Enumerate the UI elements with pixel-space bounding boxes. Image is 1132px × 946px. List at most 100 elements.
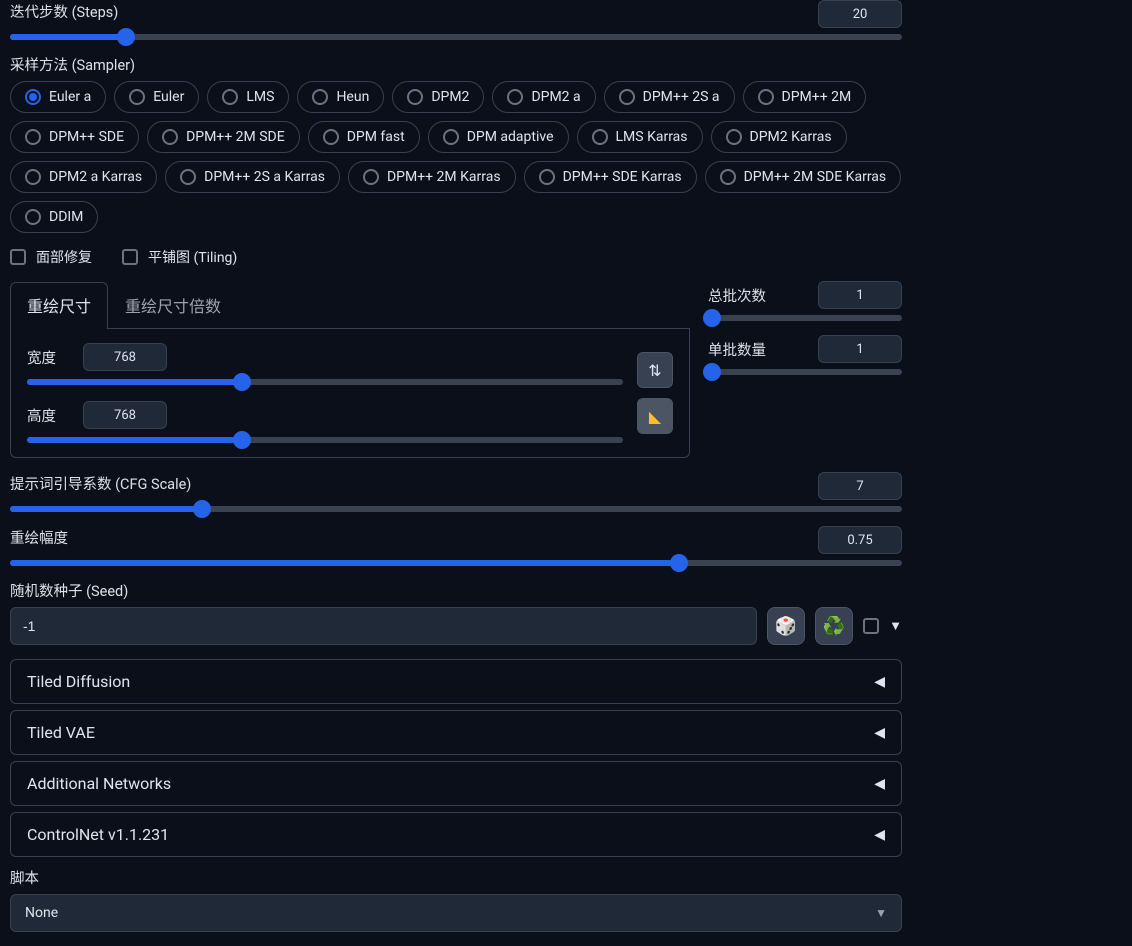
radio-icon [720, 169, 736, 185]
sampler-option-label: DPM++ 2M SDE [186, 129, 285, 145]
face-restore-label: 面部修复 [36, 247, 92, 267]
seed-extra-check[interactable] [863, 618, 879, 634]
sampler-option[interactable]: Euler a [10, 81, 106, 113]
radio-icon [592, 129, 608, 145]
batch-size-slider[interactable] [708, 369, 902, 375]
width-slider[interactable] [27, 379, 623, 385]
face-restore-check[interactable]: 面部修复 [10, 247, 92, 267]
sampler-option-label: Heun [336, 89, 369, 105]
sampler-option-label: DPM2 a Karras [49, 169, 142, 185]
cfg-slider[interactable] [10, 506, 902, 512]
denoise-label: 重绘幅度 [10, 527, 68, 548]
sampler-option[interactable]: DPM2 a Karras [10, 161, 157, 193]
tab-resize-size[interactable]: 重绘尺寸 [10, 282, 108, 329]
recycle-icon: ♻️ [823, 616, 845, 637]
script-label: 脚本 [10, 867, 902, 888]
steps-slider[interactable] [10, 34, 902, 40]
checkbox-icon [10, 249, 26, 265]
sampler-option-label: DPM++ 2S a [643, 89, 720, 105]
sampler-option-label: DPM2 Karras [750, 129, 832, 145]
chevron-left-icon: ◀ [874, 674, 885, 690]
sampler-option-label: LMS [246, 89, 274, 105]
width-value[interactable]: 768 [83, 343, 167, 371]
dice-icon: 🎲 [775, 616, 797, 637]
steps-label: 迭代步数 (Steps) [10, 1, 118, 22]
denoise-value[interactable]: 0.75 [818, 526, 902, 554]
radio-icon [25, 169, 41, 185]
sampler-option[interactable]: DPM2 [392, 81, 484, 113]
chevron-left-icon: ◀ [874, 725, 885, 741]
height-slider[interactable] [27, 437, 623, 443]
script-selected: None [25, 905, 58, 921]
height-label: 高度 [27, 405, 67, 426]
sampler-option[interactable]: DPM++ 2S a [604, 81, 735, 113]
sampler-option-label: Euler [153, 89, 184, 105]
sampler-option[interactable]: DPM++ 2M SDE Karras [705, 161, 902, 193]
accordion-header[interactable]: Tiled VAE ◀ [10, 710, 902, 755]
sampler-option[interactable]: DPM adaptive [428, 121, 569, 153]
accordion-header[interactable]: Tiled Diffusion◀ [10, 659, 902, 704]
radio-icon [323, 129, 339, 145]
sampler-option-label: DPM++ 2M [782, 89, 852, 105]
accordion-header[interactable]: Additional Networks◀ [10, 761, 902, 806]
sampler-option-label: DPM++ 2M Karras [387, 169, 501, 185]
swap-icon: ⇅ [648, 361, 661, 380]
sampler-option[interactable]: DPM++ SDE Karras [524, 161, 697, 193]
accordion-title: Additional Networks [27, 774, 171, 793]
sampler-option-label: DPM2 [431, 89, 469, 105]
sampler-option-label: DPM++ SDE [49, 129, 124, 145]
tiling-check[interactable]: 平铺图 (Tiling) [122, 247, 237, 267]
radio-icon [25, 89, 41, 105]
sampler-option-label: DDIM [49, 209, 83, 225]
sampler-option[interactable]: DDIM [10, 201, 98, 233]
denoise-slider[interactable] [10, 560, 902, 566]
sampler-option[interactable]: LMS [207, 81, 289, 113]
sampler-option[interactable]: LMS Karras [577, 121, 703, 153]
cfg-value[interactable]: 7 [818, 472, 902, 500]
sampler-option[interactable]: DPM++ 2M [743, 81, 867, 113]
sampler-option[interactable]: DPM2 Karras [711, 121, 847, 153]
sampler-option[interactable]: DPM fast [308, 121, 420, 153]
sampler-option[interactable]: DPM2 a [492, 81, 595, 113]
sampler-option[interactable]: DPM++ 2M Karras [348, 161, 516, 193]
batch-count-slider[interactable] [708, 315, 902, 321]
seed-expand-icon[interactable]: ▼ [889, 618, 902, 634]
radio-icon [25, 129, 41, 145]
sampler-option[interactable]: DPM++ 2S a Karras [165, 161, 340, 193]
seed-input[interactable] [10, 607, 757, 645]
radio-icon [312, 89, 328, 105]
sampler-option[interactable]: Euler [114, 81, 199, 113]
tab-resize-scale[interactable]: 重绘尺寸倍数 [108, 282, 238, 329]
ruler-button[interactable]: ◣ [637, 398, 673, 434]
sampler-option[interactable]: DPM++ 2M SDE [147, 121, 300, 153]
batch-size-label: 单批数量 [708, 339, 766, 360]
accordion-title: Tiled VAE [27, 723, 95, 742]
sampler-option-label: DPM adaptive [467, 129, 554, 145]
radio-icon [539, 169, 555, 185]
script-dropdown[interactable]: None ▼ [10, 894, 902, 932]
height-value[interactable]: 768 [83, 401, 167, 429]
swap-dims-button[interactable]: ⇅ [637, 352, 673, 388]
sampler-option[interactable]: Heun [297, 81, 384, 113]
radio-icon [507, 89, 523, 105]
seed-random-button[interactable]: 🎲 [767, 607, 805, 645]
seed-label: 随机数种子 (Seed) [10, 580, 902, 601]
radio-icon [162, 129, 178, 145]
chevron-left-icon: ◀ [874, 827, 885, 843]
sampler-option-label: DPM++ 2S a Karras [204, 169, 325, 185]
accordion-header[interactable]: ControlNet v1.1.231◀ [10, 812, 902, 857]
radio-icon [443, 129, 459, 145]
seed-reuse-button[interactable]: ♻️ [815, 607, 853, 645]
sampler-option[interactable]: DPM++ SDE [10, 121, 139, 153]
batch-size-value[interactable]: 1 [818, 335, 902, 363]
batch-count-label: 总批次数 [708, 285, 766, 306]
batch-count-value[interactable]: 1 [818, 281, 902, 309]
steps-value[interactable]: 20 [818, 0, 902, 28]
radio-icon [363, 169, 379, 185]
radio-icon [726, 129, 742, 145]
radio-icon [129, 89, 145, 105]
sampler-option-label: DPM2 a [531, 89, 580, 105]
cfg-label: 提示词引导系数 (CFG Scale) [10, 473, 191, 494]
sampler-option-label: DPM++ 2M SDE Karras [744, 169, 887, 185]
sampler-option-label: LMS Karras [616, 129, 688, 145]
